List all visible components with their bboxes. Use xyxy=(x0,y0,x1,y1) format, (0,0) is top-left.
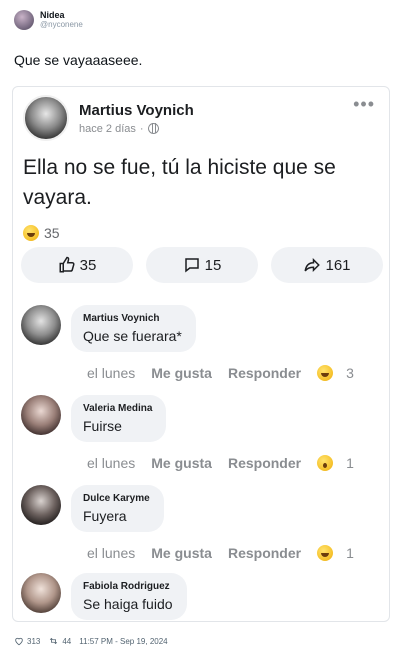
tweet-like-count: 313 xyxy=(27,636,41,646)
like-count: 35 xyxy=(79,256,97,274)
comment: Fabiola Rodriguez Se haiga fuido xyxy=(21,573,187,620)
wow-emoji-icon xyxy=(317,455,334,471)
tweet-author-handle[interactable]: @nyconene xyxy=(40,20,83,30)
reaction-summary: 35 xyxy=(23,225,60,241)
tweet-author-name[interactable]: Nidea xyxy=(40,10,83,20)
post-time-text: hace 2 días xyxy=(79,122,136,135)
comment-reaction-count: 3 xyxy=(346,365,354,381)
reaction-count: 35 xyxy=(44,225,60,241)
avatar xyxy=(21,485,61,525)
tweet-retweet-count: 44 xyxy=(62,636,72,646)
comment-text: Que se fuerara* xyxy=(83,328,182,344)
globe-icon xyxy=(147,123,159,134)
comment-reply-link: Responder xyxy=(227,455,302,471)
comment-actions: el lunes Me gusta Responder 3 xyxy=(87,365,354,381)
comment: Martius Voynich Que se fuerara* xyxy=(21,305,196,352)
comment-reply-link: Responder xyxy=(227,545,302,561)
comment-author: Martius Voynich xyxy=(83,313,160,324)
comment-reply-link: Responder xyxy=(227,365,302,381)
comment-time: el lunes xyxy=(87,455,136,471)
comment-time: el lunes xyxy=(87,365,136,381)
tweet-text: Que se vayaaaseee. xyxy=(14,52,143,68)
comment-author: Dulce Karyme xyxy=(83,493,150,504)
tweet-retweet-button[interactable]: 44 xyxy=(48,636,71,646)
laugh-emoji-icon xyxy=(317,545,334,561)
avatar xyxy=(21,395,61,435)
comment-count: 15 xyxy=(204,256,222,274)
heart-icon xyxy=(15,637,23,646)
tweet-header: Nidea @nyconene xyxy=(14,10,83,30)
tweet-footer: 313 44 11:57 PM - Sep 19, 2024 xyxy=(14,636,176,646)
tweet-timestamp[interactable]: 11:57 PM - Sep 19, 2024 xyxy=(79,637,167,646)
tweet-like-button[interactable]: 313 xyxy=(14,636,40,646)
comment-like-link: Me gusta xyxy=(151,545,212,561)
comment-text: Se haiga fuido xyxy=(83,596,173,612)
comment-reaction-count: 1 xyxy=(346,545,354,561)
separator-dot: · xyxy=(139,122,144,135)
comment-bubble: Valeria Medina Fuirse xyxy=(71,395,167,442)
laugh-emoji-icon xyxy=(23,225,39,241)
post-body: Ella no se fue, tú la hiciste que se vay… xyxy=(23,156,336,209)
comment-author: Valeria Medina xyxy=(83,403,153,414)
post-meta: Martius Voynich hace 2 días · xyxy=(79,102,194,135)
more-options-icon: ••• xyxy=(353,94,375,114)
comment: Valeria Medina Fuirse xyxy=(21,395,167,442)
comment-actions: el lunes Me gusta Responder 1 xyxy=(87,455,354,471)
post-action-bar: 35 15 161 xyxy=(21,247,383,283)
comment-icon xyxy=(184,258,199,273)
avatar[interactable] xyxy=(14,10,34,30)
comment-author: Fabiola Rodriguez xyxy=(83,581,170,592)
post-author: Martius Voynich xyxy=(79,101,194,119)
comment-bubble: Martius Voynich Que se fuerara* xyxy=(71,305,196,352)
avatar xyxy=(21,573,61,613)
comment-actions: el lunes Me gusta Responder 1 xyxy=(87,545,354,561)
share-icon xyxy=(304,257,321,273)
tweet-author: Nidea @nyconene xyxy=(40,10,83,30)
avatar xyxy=(21,305,61,345)
retweet-icon xyxy=(50,637,58,645)
comment-reaction-count: 1 xyxy=(346,455,354,471)
comment-bubble: Fabiola Rodriguez Se haiga fuido xyxy=(71,573,187,620)
share-count: 161 xyxy=(325,256,351,274)
comment-text: Fuirse xyxy=(83,418,122,434)
embedded-post-image: Martius Voynich hace 2 días · ••• Ella n… xyxy=(12,86,390,622)
thumbs-up-icon xyxy=(59,256,75,273)
comment-bubble: Dulce Karyme Fuyera xyxy=(71,485,164,532)
comment-button: 15 xyxy=(146,247,258,283)
comment-text: Fuyera xyxy=(83,508,127,524)
avatar xyxy=(23,95,69,141)
comment-like-link: Me gusta xyxy=(151,455,212,471)
like-button: 35 xyxy=(21,247,133,283)
comment-like-link: Me gusta xyxy=(151,365,212,381)
post-header: Martius Voynich hace 2 días · xyxy=(23,95,194,141)
comment-time: el lunes xyxy=(87,545,136,561)
laugh-emoji-icon xyxy=(317,365,334,381)
share-button: 161 xyxy=(271,247,383,283)
comment: Dulce Karyme Fuyera xyxy=(21,485,164,532)
post-time: hace 2 días · xyxy=(79,123,194,135)
